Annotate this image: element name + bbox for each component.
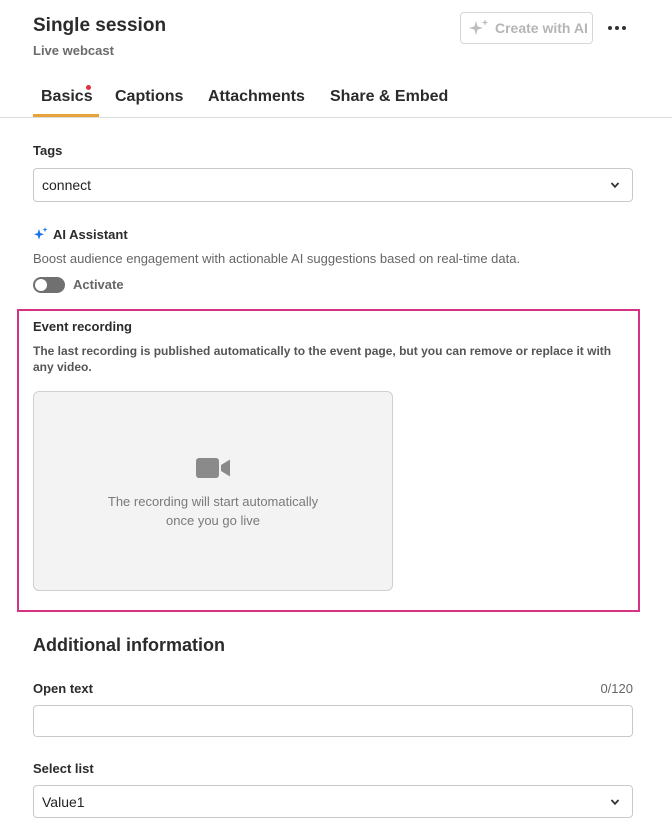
page-title: Single session — [33, 15, 167, 36]
chevron-down-icon — [610, 799, 620, 806]
more-horizontal-icon — [608, 26, 612, 30]
create-with-ai-button[interactable]: Create with AI — [460, 12, 593, 44]
notification-dot — [86, 85, 91, 90]
tags-label: Tags — [33, 143, 63, 158]
tab-share-embed[interactable]: Share & Embed — [330, 88, 448, 106]
select-list-value: Value1 — [42, 793, 85, 810]
more-dot — [622, 26, 626, 30]
recording-placeholder-line2: once you go live — [166, 513, 260, 528]
session-editor-page: Single session Live webcast Create with … — [0, 0, 672, 833]
tags-select[interactable]: connect — [33, 168, 633, 202]
ai-assistant-description: Boost audience engagement with actionabl… — [33, 251, 521, 266]
tab-basics[interactable]: Basics — [41, 88, 93, 106]
select-list-label: Select list — [33, 761, 94, 776]
sparkle-icon — [469, 19, 489, 35]
recording-placeholder: The recording will start automatically o… — [33, 391, 393, 591]
event-recording-title: Event recording — [33, 319, 132, 334]
tab-attachments[interactable]: Attachments — [208, 88, 305, 106]
select-list-dropdown[interactable]: Value1 — [33, 785, 633, 818]
tags-select-value: connect — [42, 177, 92, 193]
page-subtitle: Live webcast — [33, 43, 114, 58]
open-text-counter: 0/120 — [600, 681, 633, 696]
ai-activate-label: Activate — [73, 277, 124, 292]
recording-placeholder-message: The recording will start automatically o… — [34, 492, 392, 530]
additional-info-heading: Additional information — [33, 635, 225, 655]
create-with-ai-label: Create with AI — [495, 20, 588, 36]
tab-bar: Basics Captions Attachments Share & Embe… — [0, 80, 672, 118]
chevron-down-icon — [610, 182, 620, 189]
open-text-label: Open text — [33, 681, 93, 696]
ai-activate-toggle[interactable] — [33, 277, 65, 293]
ai-assistant-heading: AI Assistant — [33, 226, 128, 242]
open-text-input[interactable] — [33, 705, 633, 737]
video-camera-icon — [196, 458, 230, 478]
more-dot — [615, 26, 619, 30]
recording-placeholder-line1: The recording will start automatically — [107, 494, 319, 509]
more-options-button[interactable] — [604, 16, 630, 40]
tab-captions[interactable]: Captions — [115, 88, 183, 106]
active-tab-indicator — [33, 114, 99, 117]
event-recording-description: The last recording is published automati… — [33, 344, 612, 374]
ai-assistant-title: AI Assistant — [53, 226, 128, 242]
toggle-knob — [35, 279, 47, 291]
ai-sparkle-icon — [34, 227, 48, 240]
